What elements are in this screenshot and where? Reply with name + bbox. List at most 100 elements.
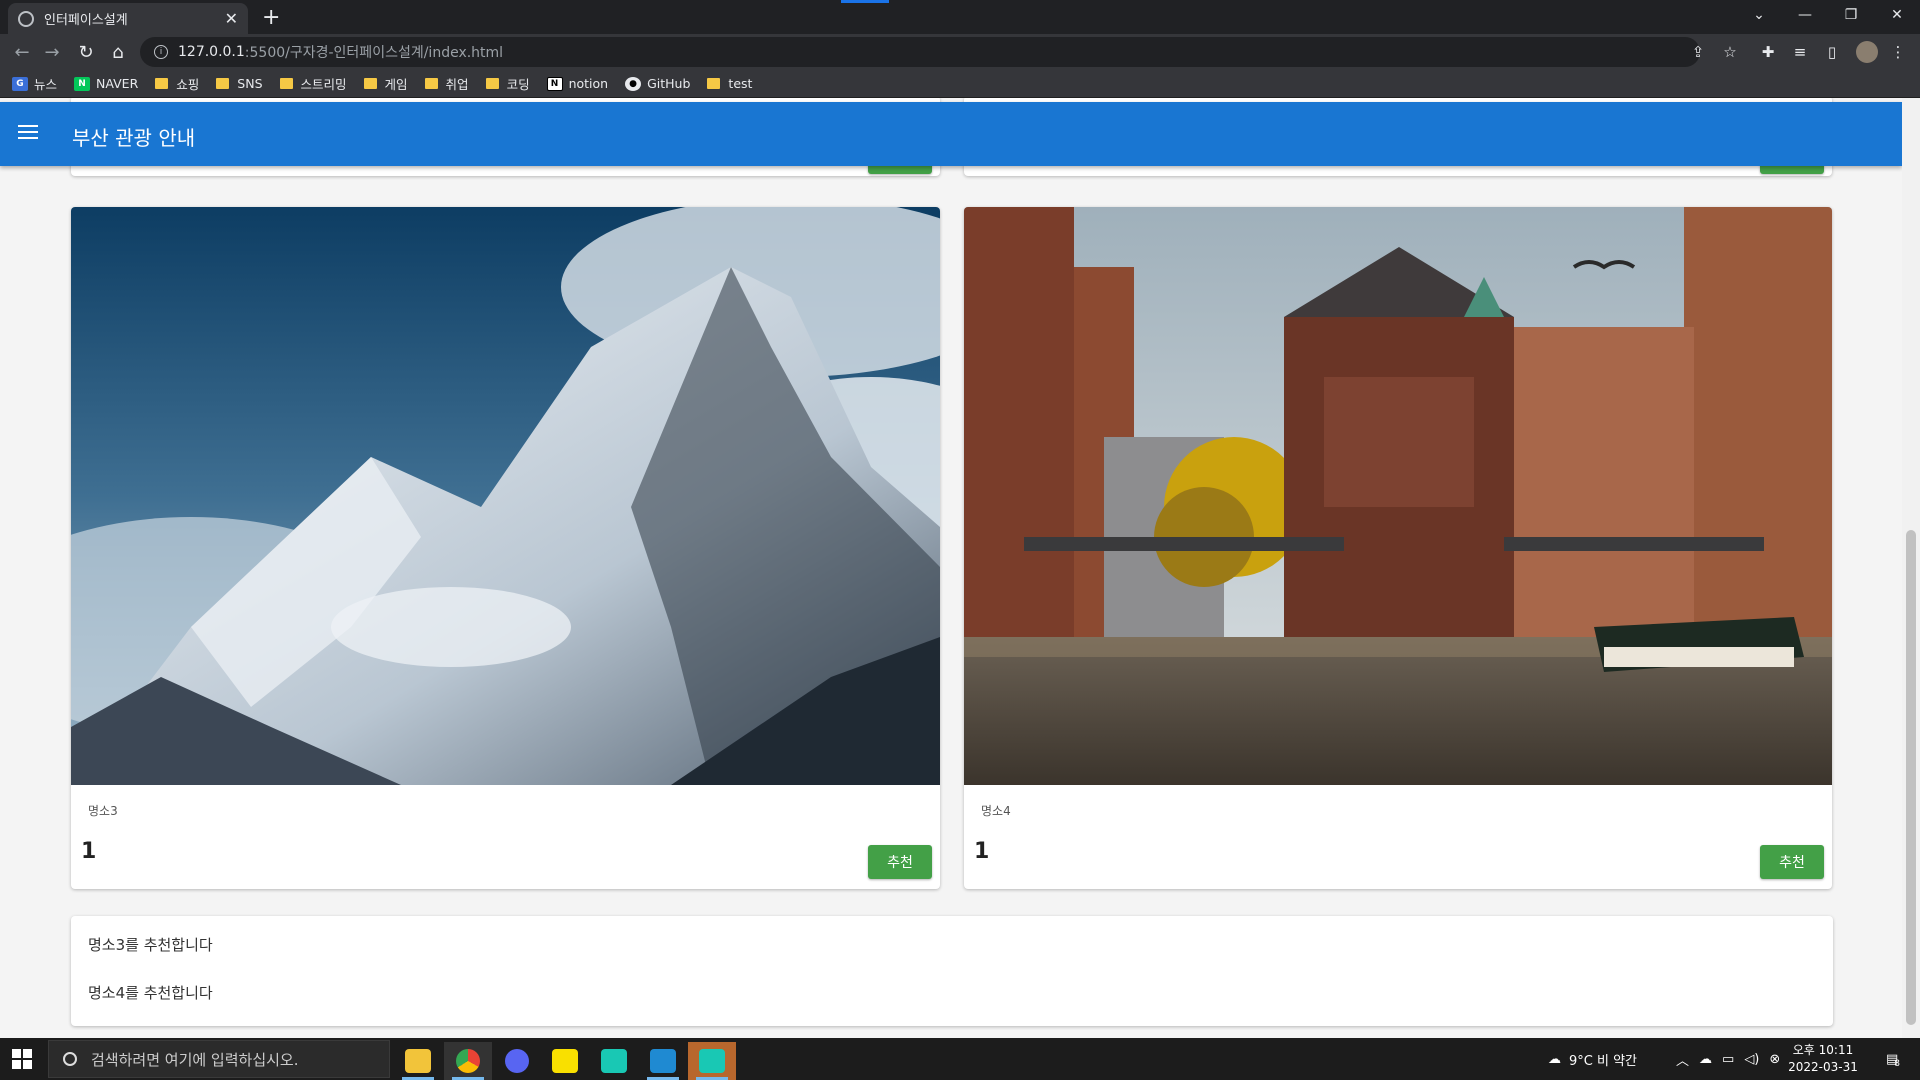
kakaotalk-icon [552,1049,578,1073]
weather-cloud-icon: ☁ [1548,1051,1561,1067]
extensions-puzzle-icon[interactable]: ✚ [1758,42,1778,62]
recommend-count: 1 [974,839,990,864]
discord-app[interactable] [493,1042,541,1080]
page-scrollbar[interactable] [1902,98,1920,1038]
share-icon[interactable]: ⇪ [1688,42,1708,62]
canal-city-image [964,207,1832,785]
clock-time: 오후 10:11 [1792,1043,1854,1057]
windows-start-icon[interactable] [12,1049,32,1069]
recommend-count: 1 [81,839,97,864]
result-line: 명소4를 추천합니다 [88,984,213,1002]
folder-icon [707,78,721,89]
folder-icon [363,78,377,89]
kakaotalk-app[interactable] [541,1042,589,1080]
news-icon: G [12,76,28,91]
taskbar-clock[interactable]: 오후 10:11 2022-03-31 [1788,1042,1858,1076]
tray-chevron-up-icon[interactable]: ︿ [1676,1050,1689,1069]
bookmark-folder-shopping[interactable]: 쇼핑 [155,74,199,93]
folder-icon [216,78,230,89]
browser-toolbar: ← → ↻ ⌂ i 127.0.0.1 :5500/구자경-인터페이스설계/in… [0,34,1920,70]
bookmark-github[interactable]: ● GitHub [625,76,690,91]
recommend-button[interactable]: 추천 [1760,845,1824,879]
onedrive-icon[interactable]: ☁ [1699,1052,1712,1067]
network-icon[interactable]: ▭ [1722,1052,1734,1067]
file-explorer-app[interactable] [394,1042,442,1080]
weather-text: 9°C 비 약간 [1569,1053,1637,1069]
place-card: 명소4 1 추천 [964,207,1832,889]
vscode-icon [650,1049,676,1073]
close-window-button[interactable]: ✕ [1874,0,1920,30]
restore-button[interactable]: ❐ [1828,0,1874,30]
taskbar-search-box[interactable]: 검색하려면 여기에 입력하십시오. [48,1040,390,1078]
volume-icon[interactable]: ◁) [1744,1052,1759,1067]
bookmark-folder-coding[interactable]: 코딩 [485,74,530,93]
snowy-mountain-image [71,207,940,785]
star-app-active[interactable] [688,1042,736,1080]
bookmark-naver[interactable]: N NAVER [74,76,138,91]
naver-icon: N [74,76,91,91]
folder-icon [485,78,499,89]
page-viewport: 부산 관광 안내 명소3 1 추천 명소4 1 추천 명소3를 추천합니다 명소… [0,98,1902,1038]
star-icon [601,1049,627,1073]
star-app[interactable] [590,1042,638,1080]
home-icon[interactable]: ⌂ [106,40,130,64]
bookmark-news[interactable]: G 뉴스 [12,74,57,93]
browser-tab[interactable]: 인터페이스설계 ✕ [8,3,248,34]
bookmark-notion[interactable]: Nnotion [546,76,608,91]
new-tab-button[interactable]: + [262,5,280,30]
media-queue-icon[interactable]: ≡ [1790,42,1810,62]
browser-titlebar: 인터페이스설계 ✕ + ⌄ — ❐ ✕ [0,0,1920,34]
site-info-icon[interactable]: i [154,45,168,59]
app-title: 부산 관광 안내 [72,126,196,150]
url-host: 127.0.0.1 [178,44,245,60]
weather-widget[interactable]: ☁ 9°C 비 약간 [1548,1038,1637,1080]
folder-icon [155,78,169,89]
tab-title: 인터페이스설계 [44,13,128,28]
minimize-button[interactable]: — [1782,0,1828,30]
tab-loading-indicator [841,0,889,3]
chrome-app[interactable] [444,1042,492,1080]
discord-icon [505,1049,529,1073]
address-bar[interactable]: i 127.0.0.1 :5500/구자경-인터페이스설계/index.html [140,37,1700,67]
recommendation-results: 명소3를 추천합니다 명소4를 추천합니다 [71,916,1833,1026]
windows-taskbar: 검색하려면 여기에 입력하십시오. ☁ 9°C 비 약간 ︿ ☁ ▭ ◁) ⊗ … [0,1038,1920,1080]
recommend-button[interactable]: 추천 [868,845,932,879]
bookmark-folder-sns[interactable]: SNS [216,76,263,91]
profile-avatar[interactable] [1856,41,1878,63]
github-icon: ● [625,76,642,91]
notification-count: 8 [1894,1059,1901,1069]
star-icon [699,1049,725,1073]
bookmark-folder-streaming[interactable]: 스트리밍 [279,74,347,93]
scrollbar-thumb[interactable] [1906,530,1916,1025]
system-tray: ︿ ☁ ▭ ◁) ⊗ [1676,1038,1780,1080]
reload-icon[interactable]: ↻ [74,40,98,64]
app-bar: 부산 관광 안내 [0,102,1902,166]
menu-dots-icon[interactable]: ⋮ [1888,42,1908,62]
bookmark-folder-jobs[interactable]: 취업 [424,74,469,93]
bookmarks-bar: G 뉴스 N NAVER 쇼핑 SNS 스트리밍 게임 취업 코딩 Nnotion … [0,70,1920,98]
bookmark-folder-test[interactable]: test [707,76,752,91]
ime-icon[interactable]: ⊗ [1769,1052,1780,1067]
forward-arrow-icon[interactable]: → [40,40,64,64]
close-tab-icon[interactable]: ✕ [225,9,238,28]
bookmark-folder-game[interactable]: 게임 [363,74,408,93]
folder-icon [424,78,438,89]
chrome-icon [456,1049,480,1073]
back-arrow-icon[interactable]: ← [10,40,34,64]
notion-icon: N [546,76,563,91]
folder-icon [279,78,293,89]
folder-icon [405,1049,431,1073]
place-name: 명소3 [88,804,118,818]
place-name: 명소4 [981,804,1011,818]
side-panel-icon[interactable]: ▯ [1822,42,1842,62]
url-path: :5500/구자경-인터페이스설계/index.html [244,45,504,61]
hamburger-menu-icon[interactable] [18,125,38,143]
tab-search-chevron-icon[interactable]: ⌄ [1736,0,1782,30]
vscode-app[interactable] [639,1042,687,1080]
clock-date: 2022-03-31 [1788,1060,1858,1074]
search-placeholder: 검색하려면 여기에 입력하십시오. [91,1050,299,1069]
result-line: 명소3를 추천합니다 [88,936,213,954]
place-card: 명소3 1 추천 [71,207,940,889]
notification-center[interactable]: ▤ 8 [1878,1038,1908,1080]
bookmark-star-icon[interactable]: ☆ [1720,42,1740,62]
